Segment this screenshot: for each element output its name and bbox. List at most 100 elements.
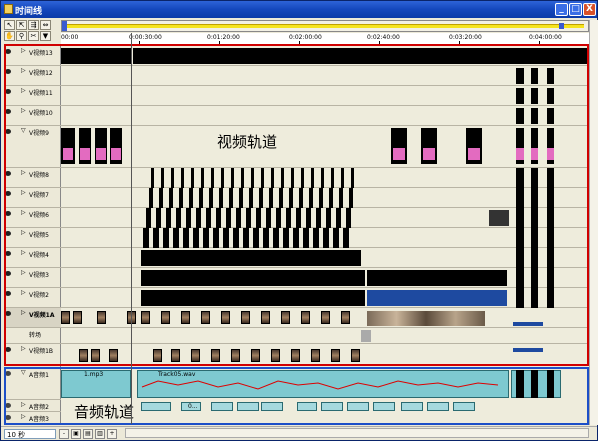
- expand-arrow-icon[interactable]: ▷: [21, 413, 26, 420]
- video-thumbnail[interactable]: [351, 349, 360, 362]
- track-header-transition[interactable]: 转场: [4, 328, 61, 344]
- track-view-icon[interactable]: ▤: [83, 429, 93, 439]
- video-clip[interactable]: [249, 188, 253, 208]
- track-header-a3[interactable]: ▷ A音频3: [4, 412, 61, 424]
- expand-arrow-icon[interactable]: ▷: [21, 107, 26, 114]
- expand-arrow-icon[interactable]: ▷: [21, 269, 26, 276]
- audio-clip[interactable]: [297, 402, 317, 411]
- minimize-button[interactable]: _: [555, 3, 568, 16]
- expand-arrow-icon[interactable]: ▷: [21, 229, 26, 236]
- video-thumbnail[interactable]: [181, 311, 190, 324]
- audio-clip[interactable]: [261, 402, 283, 411]
- visibility-eye-icon[interactable]: [5, 171, 11, 176]
- audio-clip[interactable]: 0...: [181, 402, 201, 411]
- expand-arrow-icon[interactable]: ▷: [21, 345, 26, 352]
- audio-clip[interactable]: [516, 370, 524, 398]
- video-clip[interactable]: [299, 188, 303, 208]
- audio-clip[interactable]: Track05.wav: [137, 370, 509, 398]
- video-clip[interactable]: [341, 168, 344, 188]
- visibility-eye-icon[interactable]: [5, 211, 11, 216]
- video-clip[interactable]: [301, 168, 304, 188]
- visibility-eye-icon[interactable]: [5, 311, 11, 316]
- expand-arrow-icon[interactable]: ▷: [21, 309, 26, 316]
- visibility-eye-icon[interactable]: [5, 89, 11, 94]
- video-clip[interactable]: [236, 208, 241, 228]
- range-select-icon[interactable]: ⇱: [16, 20, 27, 30]
- video-clip[interactable]: [531, 248, 538, 268]
- video-clip[interactable]: [516, 108, 524, 124]
- video-clip[interactable]: [323, 228, 329, 248]
- track-header-v9[interactable]: ▽ V视频9: [4, 126, 61, 168]
- zoom-in-icon[interactable]: +: [107, 429, 117, 439]
- video-clip[interactable]: [296, 208, 301, 228]
- video-thumbnail[interactable]: [281, 311, 290, 324]
- video-clip[interactable]: [531, 268, 538, 288]
- audio-clip[interactable]: [453, 402, 475, 411]
- video-thumbnail[interactable]: [91, 349, 100, 362]
- slip-tool-icon[interactable]: ⇔: [40, 20, 51, 30]
- audio-clip[interactable]: [237, 402, 259, 411]
- visibility-eye-icon[interactable]: [5, 291, 11, 296]
- video-clip[interactable]: [166, 208, 171, 228]
- video-clip[interactable]: [189, 188, 193, 208]
- expand-arrow-icon[interactable]: ▷: [21, 67, 26, 74]
- video-clip[interactable]: [289, 188, 293, 208]
- horizontal-scrollbar[interactable]: [125, 428, 589, 438]
- expand-arrow-icon[interactable]: ▷: [21, 87, 26, 94]
- video-clip[interactable]: [276, 208, 281, 228]
- video-clip[interactable]: [141, 250, 361, 266]
- audio-clip[interactable]: [547, 370, 554, 398]
- video-clip[interactable]: [329, 188, 333, 208]
- expand-arrow-icon[interactable]: ▷: [21, 249, 26, 256]
- video-clip[interactable]: [516, 188, 524, 208]
- video-clip[interactable]: [313, 228, 319, 248]
- video-clip[interactable]: [531, 228, 538, 248]
- video-clip[interactable]: [286, 208, 291, 228]
- zoom-tool-icon[interactable]: ⚲: [16, 31, 27, 41]
- video-clip[interactable]: [181, 168, 184, 188]
- track-header-v5[interactable]: ▷ V视频5: [4, 228, 61, 248]
- video-clip[interactable]: [219, 188, 223, 208]
- video-clip[interactable]: [191, 168, 194, 188]
- video-thumbnail[interactable]: [241, 311, 250, 324]
- collapse-arrow-icon[interactable]: ▽: [21, 127, 26, 134]
- video-clip[interactable]: [547, 88, 554, 104]
- track-header-v1b[interactable]: ▷ V视频1B: [4, 344, 61, 368]
- video-clip[interactable]: [531, 68, 538, 84]
- track-header-a1[interactable]: ▽ A音频1: [4, 368, 61, 400]
- video-clip[interactable]: [146, 208, 151, 228]
- audio-track-area[interactable]: 1.mp3 Track05.wav 0...: [61, 368, 589, 424]
- video-clip[interactable]: [201, 168, 204, 188]
- expand-arrow-icon[interactable]: ▷: [21, 47, 26, 54]
- video-clip[interactable]: [171, 168, 174, 188]
- video-clip[interactable]: [343, 228, 349, 248]
- video-thumbnail[interactable]: [301, 311, 310, 324]
- video-clip[interactable]: [186, 208, 191, 228]
- track-header-v13[interactable]: ▷ V视频13: [4, 46, 61, 66]
- video-thumbnail[interactable]: [261, 311, 270, 324]
- video-clip[interactable]: [263, 228, 269, 248]
- video-clip[interactable]: [516, 248, 524, 268]
- video-clip[interactable]: [163, 228, 169, 248]
- work-area-end-handle[interactable]: [559, 23, 564, 29]
- video-clip[interactable]: [336, 208, 341, 228]
- video-clip[interactable]: [303, 228, 309, 248]
- maximize-button[interactable]: □: [569, 3, 582, 16]
- video-thumbnail[interactable]: [161, 311, 170, 324]
- video-clip[interactable]: [246, 208, 251, 228]
- video-clip[interactable]: [213, 228, 219, 248]
- video-clip[interactable]: [223, 228, 229, 248]
- speaker-icon[interactable]: [5, 403, 11, 408]
- video-clip[interactable]: [331, 168, 334, 188]
- video-thumbnail[interactable]: [231, 349, 240, 362]
- video-clip[interactable]: [547, 228, 554, 248]
- video-clip[interactable]: [211, 168, 214, 188]
- video-clip[interactable]: [281, 168, 284, 188]
- video-clip[interactable]: [231, 168, 234, 188]
- video-clip[interactable]: [547, 168, 554, 188]
- video-thumbnail[interactable]: [153, 349, 162, 362]
- video-thumbnail[interactable]: [291, 349, 300, 362]
- video-clip[interactable]: [306, 208, 311, 228]
- video-clip[interactable]: [531, 168, 538, 188]
- visibility-eye-icon[interactable]: [5, 347, 11, 352]
